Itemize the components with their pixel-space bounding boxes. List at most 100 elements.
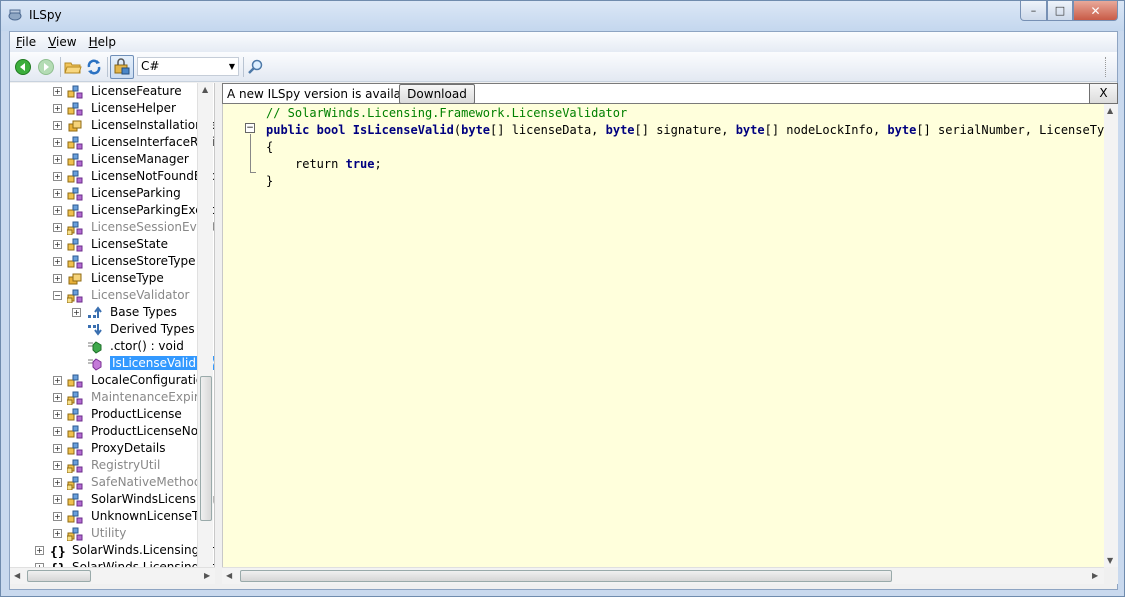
- code-text: [] licenseData,: [490, 123, 606, 137]
- close-notification-button[interactable]: X: [1089, 83, 1118, 104]
- tree-item-class[interactable]: − LicenseValidator: [10, 287, 198, 304]
- expand-plus-icon[interactable]: +: [53, 138, 62, 147]
- tree-item-selected-method[interactable]: IsLicenseValid(by: [10, 355, 214, 372]
- tree-item-namespace[interactable]: +{}SolarWinds.Licensing.Fr: [10, 559, 214, 567]
- menu-view[interactable]: View: [42, 32, 82, 52]
- expand-plus-icon[interactable]: +: [53, 427, 62, 436]
- scroll-up-arrow-icon[interactable]: ▲: [1107, 106, 1113, 115]
- scroll-right-arrow-icon[interactable]: ▶: [204, 571, 210, 580]
- tree-item-class[interactable]: + UnknownLicenseTyp: [10, 508, 212, 525]
- tree-vertical-scrollbar[interactable]: ▲: [197, 83, 213, 567]
- tree-item-class[interactable]: + LicenseParking: [10, 185, 198, 202]
- tree-item-label: .ctor() : void: [110, 339, 184, 353]
- keyword-true: true: [345, 157, 375, 171]
- show-internal-toggle[interactable]: [110, 55, 134, 79]
- menu-help[interactable]: Help: [83, 32, 122, 52]
- tree-item-class[interactable]: + LocaleConfiguration: [10, 372, 211, 389]
- expand-plus-icon[interactable]: +: [53, 172, 62, 181]
- expand-plus-icon[interactable]: +: [53, 376, 62, 385]
- expand-plus-icon[interactable]: +: [53, 223, 62, 232]
- tree-horizontal-scrollbar[interactable]: ◀ ▶: [10, 567, 215, 584]
- tree-item-member[interactable]: Derived Types: [10, 321, 198, 338]
- expand-plus-icon[interactable]: +: [53, 495, 62, 504]
- tree-item-class[interactable]: + LicenseFeature: [10, 83, 198, 100]
- tree-item-class[interactable]: + ProductLicenseNotF: [10, 423, 210, 440]
- open-folder-icon[interactable]: [64, 58, 82, 76]
- scroll-up-arrow-icon[interactable]: ▲: [202, 85, 208, 94]
- tree-scroll-thumb[interactable]: [200, 376, 212, 521]
- fold-collapse-toggle[interactable]: −: [245, 123, 255, 133]
- chevron-down-icon[interactable]: ▼: [229, 58, 235, 75]
- tree-item-class[interactable]: + LicenseStoreType: [10, 253, 198, 270]
- tree-item-member[interactable]: + Base Types: [10, 304, 198, 321]
- editor-hscroll-thumb[interactable]: [240, 570, 892, 582]
- expand-plus-icon[interactable]: +: [53, 410, 62, 419]
- tree-item-class[interactable]: + ProxyDetails: [10, 440, 198, 457]
- tree-item-class[interactable]: + SafeNativeMethods: [10, 474, 208, 491]
- expand-plus-icon[interactable]: +: [53, 87, 62, 96]
- code-editor[interactable]: // SolarWinds.Licensing.Framework.Licens…: [222, 104, 1119, 567]
- tree-item-namespace[interactable]: +{}SolarWinds.Licensing.Fr: [10, 542, 214, 560]
- back-icon[interactable]: [14, 58, 32, 76]
- expand-plus-icon[interactable]: +: [53, 121, 62, 130]
- expand-plus-icon[interactable]: +: [53, 512, 62, 521]
- scroll-right-arrow-icon[interactable]: ▶: [1092, 571, 1098, 580]
- keyword-byte: byte: [887, 123, 917, 137]
- expand-plus-icon[interactable]: +: [53, 529, 62, 538]
- tree-item-class[interactable]: + LicenseInterfaceRevi: [10, 134, 214, 151]
- tree-hscroll-thumb[interactable]: [27, 570, 91, 582]
- download-button[interactable]: Download: [399, 84, 475, 104]
- expand-plus-icon[interactable]: +: [72, 308, 81, 317]
- expand-plus-icon[interactable]: +: [53, 189, 62, 198]
- maximize-button[interactable]: □: [1047, 1, 1073, 21]
- expand-plus-icon[interactable]: +: [53, 444, 62, 453]
- expand-plus-icon[interactable]: +: [53, 274, 62, 283]
- ilspy-window: ILSpy – □ ✕ File View Help C# ▼ + Licens…: [0, 0, 1125, 597]
- tree-item-class[interactable]: + LicenseParkingExcep: [10, 202, 214, 219]
- internal-class-icon: [66, 391, 83, 406]
- tree-item-class[interactable]: + LicenseNotFoundExc: [10, 168, 214, 185]
- tree-item-class[interactable]: + LicenseSessionEvent: [10, 219, 214, 236]
- pane-splitter[interactable]: [215, 83, 222, 584]
- forward-icon[interactable]: [37, 58, 55, 76]
- tree-item-class[interactable]: + LicenseInstallationRe: [10, 117, 214, 134]
- scroll-down-arrow-icon[interactable]: ▼: [1107, 556, 1113, 565]
- ilspy-app-icon: [8, 9, 22, 21]
- collapse-minus-icon[interactable]: −: [53, 291, 62, 300]
- tree-item-class[interactable]: + LicenseHelper: [10, 100, 198, 117]
- tree-item-class[interactable]: + Utility: [10, 525, 198, 542]
- language-select[interactable]: C# ▼: [137, 57, 239, 76]
- search-icon[interactable]: [247, 58, 265, 76]
- tree-item-label: LocaleConfiguration: [91, 373, 211, 387]
- scroll-left-arrow-icon[interactable]: ◀: [14, 571, 20, 580]
- tree-item-class[interactable]: + LicenseType: [10, 270, 198, 287]
- toolbar-overflow-grip[interactable]: [1105, 57, 1115, 77]
- expand-plus-icon[interactable]: +: [53, 478, 62, 487]
- tree-item-class[interactable]: + ProductLicense: [10, 406, 198, 423]
- expand-plus-icon[interactable]: +: [53, 257, 62, 266]
- expand-plus-icon[interactable]: +: [53, 461, 62, 470]
- tree-item-class[interactable]: + RegistryUtil: [10, 457, 198, 474]
- tree-item-class[interactable]: + LicenseState: [10, 236, 198, 253]
- expand-plus-icon[interactable]: +: [35, 546, 44, 555]
- expand-plus-icon[interactable]: +: [53, 240, 62, 249]
- menu-file[interactable]: File: [10, 32, 42, 52]
- expand-plus-icon[interactable]: +: [53, 155, 62, 164]
- expand-plus-icon[interactable]: +: [53, 393, 62, 402]
- scroll-left-arrow-icon[interactable]: ◀: [226, 571, 232, 580]
- minimize-button[interactable]: –: [1020, 1, 1047, 21]
- editor-horizontal-scrollbar[interactable]: ◀ ▶: [222, 567, 1104, 584]
- tree-item-label: UnknownLicenseTyp: [91, 509, 213, 523]
- resize-grip[interactable]: [1104, 567, 1118, 584]
- expand-plus-icon[interactable]: +: [53, 104, 62, 113]
- close-window-button[interactable]: ✕: [1073, 1, 1118, 21]
- tree-item-member[interactable]: .ctor() : void: [10, 338, 198, 355]
- refresh-icon[interactable]: [85, 58, 103, 76]
- tree-item-class[interactable]: + SolarWindsLicensing: [10, 491, 214, 508]
- tree-item-class[interactable]: + LicenseManager: [10, 151, 198, 168]
- assembly-tree[interactable]: + LicenseFeature + LicenseHelper + LicenseIns…: [10, 83, 215, 567]
- expand-plus-icon[interactable]: +: [53, 206, 62, 215]
- title-bar[interactable]: ILSpy – □ ✕: [1, 1, 1124, 31]
- editor-vertical-scrollbar[interactable]: ▲ ▼: [1104, 104, 1118, 567]
- tree-item-class[interactable]: + MaintenanceExpired: [10, 389, 214, 406]
